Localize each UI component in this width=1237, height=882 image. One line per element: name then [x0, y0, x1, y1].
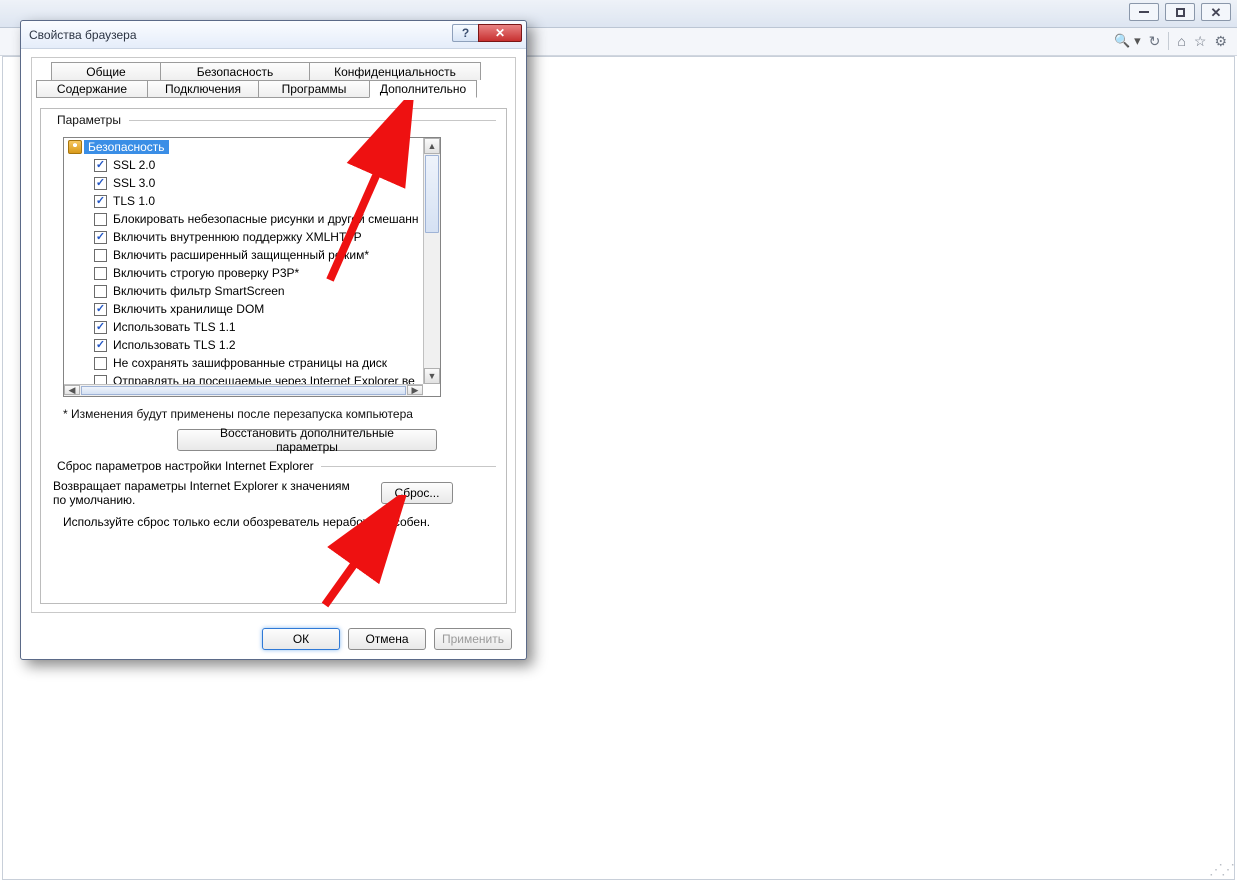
tree-item[interactable]: Включить хранилище DOM: [64, 300, 423, 318]
tree-item[interactable]: Не сохранять зашифрованные страницы на д…: [64, 354, 423, 372]
tree-item[interactable]: TLS 1.0: [64, 192, 423, 210]
dialog-help-button[interactable]: ?: [452, 24, 478, 42]
scroll-left-button[interactable]: ◀: [64, 385, 80, 395]
checkbox[interactable]: [94, 285, 107, 298]
window-minimize-button[interactable]: [1129, 3, 1159, 21]
tree-item[interactable]: Отправлять на посещаемые через Internet …: [64, 372, 423, 384]
tree-category-security[interactable]: Безопасность: [64, 138, 423, 156]
scroll-right-button[interactable]: ▶: [407, 385, 423, 395]
checkbox[interactable]: [94, 231, 107, 244]
dialog-titlebar[interactable]: Свойства браузера ? ✕: [21, 21, 526, 49]
reset-warning-note: Используйте сброс только если обозревате…: [63, 515, 430, 529]
tab-privacy[interactable]: Конфиденциальность: [309, 62, 481, 80]
tree-item[interactable]: Использовать TLS 1.1: [64, 318, 423, 336]
tree-item-label: Включить хранилище DOM: [113, 302, 264, 316]
scroll-down-button[interactable]: ▼: [424, 368, 440, 384]
tree-item[interactable]: SSL 2.0: [64, 156, 423, 174]
tab-general[interactable]: Общие: [51, 62, 161, 80]
checkbox[interactable]: [94, 177, 107, 190]
window-maximize-button[interactable]: [1165, 3, 1195, 21]
tree-item-label: SSL 3.0: [113, 176, 155, 190]
tree-item[interactable]: SSL 3.0: [64, 174, 423, 192]
tab-advanced[interactable]: Дополнительно: [369, 80, 477, 98]
tree-item[interactable]: Включить строгую проверку P3P*: [64, 264, 423, 282]
checkbox[interactable]: [94, 303, 107, 316]
tree-item-label: Не сохранять зашифрованные страницы на д…: [113, 356, 387, 370]
checkbox[interactable]: [94, 267, 107, 280]
reset-button[interactable]: Сброс...: [381, 482, 453, 504]
lock-icon: [68, 140, 82, 154]
favorites-icon[interactable]: ☆: [1194, 33, 1207, 50]
tree-item-label: Блокировать небезопасные рисунки и друго…: [113, 212, 419, 226]
tree-item[interactable]: Включить расширенный защищенный режим*: [64, 246, 423, 264]
advanced-panel: Параметры Безопасность SSL 2.0 SSL 3.0 TLS …: [40, 108, 507, 604]
checkbox[interactable]: [94, 249, 107, 262]
tree-item[interactable]: Включить фильтр SmartScreen: [64, 282, 423, 300]
refresh-icon[interactable]: ↻: [1149, 33, 1161, 50]
tab-content[interactable]: Содержание: [36, 80, 148, 98]
tree-item-label: Включить расширенный защищенный режим*: [113, 248, 369, 262]
resize-grip[interactable]: ⋰⋰: [1209, 861, 1233, 878]
tree-item-label: SSL 2.0: [113, 158, 155, 172]
checkbox[interactable]: [94, 159, 107, 172]
apply-button[interactable]: Применить: [434, 628, 512, 650]
search-icon[interactable]: 🔍 ▾: [1114, 33, 1140, 49]
home-icon[interactable]: ⌂: [1177, 33, 1185, 49]
vertical-scrollbar[interactable]: ▲ ▼: [423, 138, 440, 384]
tree-item[interactable]: Блокировать небезопасные рисунки и друго…: [64, 210, 423, 228]
reset-group-label: Сброс параметров настройки Internet Expl…: [53, 459, 318, 473]
tab-programs[interactable]: Программы: [258, 80, 370, 98]
dialog-close-button[interactable]: ✕: [478, 24, 522, 42]
ok-button[interactable]: ОК: [262, 628, 340, 650]
checkbox[interactable]: [94, 375, 107, 385]
settings-icon[interactable]: ⚙: [1214, 33, 1227, 50]
checkbox[interactable]: [94, 339, 107, 352]
dialog-title: Свойства браузера: [29, 28, 137, 42]
tree-item-label: Включить внутреннюю поддержку XMLHTTP: [113, 230, 362, 244]
tree-item-label: Включить строгую проверку P3P*: [113, 266, 299, 280]
reset-description: Возвращает параметры Internet Explorer к…: [53, 479, 353, 507]
settings-tree[interactable]: Безопасность SSL 2.0 SSL 3.0 TLS 1.0 Блокиро…: [63, 137, 441, 397]
horizontal-scrollbar[interactable]: ◀ ▶: [64, 384, 423, 396]
checkbox[interactable]: [94, 357, 107, 370]
hscroll-thumb[interactable]: [81, 386, 406, 395]
internet-options-dialog: Свойства браузера ? ✕ Общие Безопасность…: [20, 20, 527, 660]
divider: [321, 466, 496, 467]
checkbox[interactable]: [94, 321, 107, 334]
tabs-container: Общие Безопасность Конфиденциальность Со…: [36, 62, 511, 106]
dialog-body: Общие Безопасность Конфиденциальность Со…: [31, 57, 516, 613]
scroll-thumb[interactable]: [425, 155, 439, 233]
tree-item-label: Отправлять на посещаемые через Internet …: [113, 374, 415, 384]
window-close-button[interactable]: ✕: [1201, 3, 1231, 21]
checkbox[interactable]: [94, 195, 107, 208]
scroll-up-button[interactable]: ▲: [424, 138, 440, 154]
tree-item-label: TLS 1.0: [113, 194, 155, 208]
dialog-footer: ОК Отмена Применить: [21, 619, 526, 659]
checkbox[interactable]: [94, 213, 107, 226]
restart-note: * Изменения будут применены после переза…: [63, 407, 413, 421]
toolbar-separator: [1168, 32, 1169, 50]
divider: [129, 120, 496, 121]
tree-item-label: Включить фильтр SmartScreen: [113, 284, 285, 298]
restore-advanced-button[interactable]: Восстановить дополнительные параметры: [177, 429, 437, 451]
tree-item[interactable]: Использовать TLS 1.2: [64, 336, 423, 354]
tree-category-label: Безопасность: [84, 140, 169, 154]
cancel-button[interactable]: Отмена: [348, 628, 426, 650]
tree-item[interactable]: Включить внутреннюю поддержку XMLHTTP: [64, 228, 423, 246]
tree-item-label: Использовать TLS 1.2: [113, 338, 236, 352]
tree-item-label: Использовать TLS 1.1: [113, 320, 236, 334]
tab-security[interactable]: Безопасность: [160, 62, 310, 80]
tab-connections[interactable]: Подключения: [147, 80, 259, 98]
settings-group-label: Параметры: [53, 113, 125, 127]
